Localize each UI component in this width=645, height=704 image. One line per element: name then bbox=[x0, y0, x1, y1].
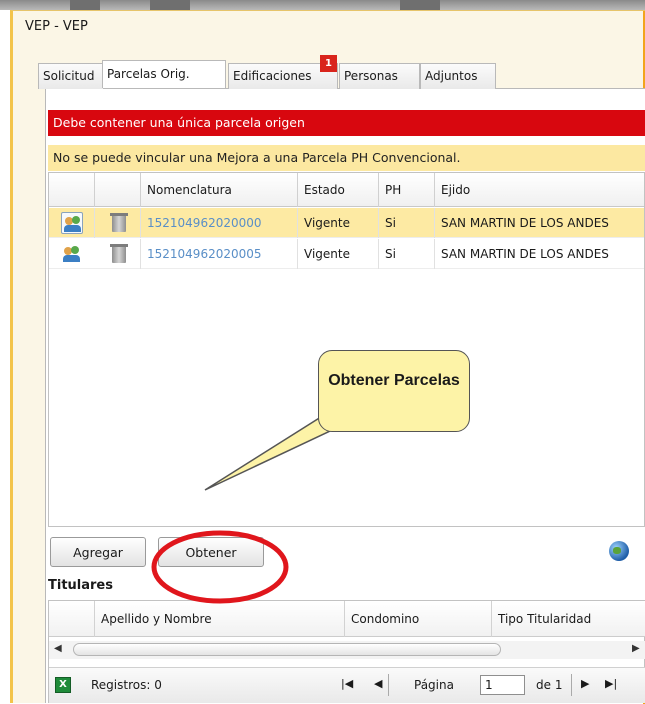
window-title: VEP - VEP bbox=[25, 19, 88, 34]
ejido-cell: SAN MARTIN DE LOS ANDES bbox=[441, 216, 609, 230]
ejido-cell: SAN MARTIN DE LOS ANDES bbox=[441, 247, 609, 261]
last-page-icon[interactable]: ▶| bbox=[605, 677, 617, 690]
next-page-icon[interactable]: ▶ bbox=[581, 677, 589, 690]
excel-export-icon[interactable]: X bbox=[55, 677, 71, 693]
obtener-parcelas-callout: Obtener Parcelas bbox=[318, 350, 470, 432]
grid-toolbar: Agregar Obtener bbox=[48, 527, 645, 579]
column-header-tipo-titularidad[interactable]: Tipo Titularidad bbox=[492, 601, 645, 637]
trash-icon[interactable] bbox=[107, 243, 129, 265]
top-background-strip bbox=[0, 0, 645, 10]
first-page-icon[interactable]: |◀ bbox=[341, 677, 353, 690]
titulares-header-blank bbox=[49, 601, 95, 637]
scroll-thumb[interactable] bbox=[73, 643, 501, 656]
tab-personas[interactable]: Personas bbox=[339, 63, 420, 89]
titulares-grid: Apellido y Nombre Condomino Tipo Titular… bbox=[48, 600, 645, 703]
globe-icon[interactable] bbox=[609, 541, 629, 561]
page-total-label: de 1 bbox=[536, 678, 563, 692]
table-row[interactable]: 152104962020005 Vigente Si SAN MARTIN DE… bbox=[49, 239, 644, 269]
column-header-apellido-nombre[interactable]: Apellido y Nombre bbox=[95, 601, 345, 637]
records-count: Registros: 0 bbox=[91, 678, 162, 692]
table-row[interactable]: 152104962020000 Vigente Si SAN MARTIN DE… bbox=[49, 208, 644, 238]
titulares-grid-header: Apellido y Nombre Condomino Tipo Titular… bbox=[49, 601, 645, 637]
estado-cell: Vigente bbox=[304, 247, 350, 261]
window-header: VEP - VEP bbox=[13, 11, 645, 47]
column-header-ph[interactable]: PH bbox=[379, 173, 435, 207]
tab-parcelas-orig[interactable]: Parcelas Orig. bbox=[102, 60, 226, 88]
nomenclatura-link[interactable]: 152104962020000 bbox=[141, 208, 298, 238]
tab-solicitud[interactable]: Solicitud bbox=[38, 63, 104, 89]
prev-page-icon[interactable]: ◀ bbox=[374, 677, 382, 690]
ph-cell: Si bbox=[385, 216, 396, 230]
scroll-left-icon[interactable]: ◀ bbox=[54, 643, 62, 654]
grid-header-delete bbox=[95, 173, 141, 207]
nomenclatura-link[interactable]: 152104962020005 bbox=[141, 239, 298, 269]
column-header-nomenclatura[interactable]: Nomenclatura bbox=[141, 173, 298, 207]
persons-icon[interactable] bbox=[61, 212, 83, 234]
agregar-button[interactable]: Agregar bbox=[50, 537, 146, 567]
trash-icon[interactable] bbox=[107, 212, 129, 234]
obtener-button[interactable]: Obtener bbox=[158, 537, 264, 567]
ph-cell: Si bbox=[385, 247, 396, 261]
page-number-input[interactable]: 1 bbox=[480, 675, 525, 695]
column-header-condomino[interactable]: Condomino bbox=[345, 601, 492, 637]
error-message: Debe contener una única parcela origen bbox=[48, 110, 645, 136]
column-header-estado[interactable]: Estado bbox=[298, 173, 379, 207]
horizontal-scrollbar[interactable]: ◀ ▶ bbox=[49, 641, 645, 659]
notification-badge: 1 bbox=[320, 55, 337, 72]
pager-bar: X Registros: 0 |◀ ◀ Página 1 de 1 ▶ ▶| bbox=[49, 667, 645, 703]
grid-header: Nomenclatura Estado PH Ejido bbox=[49, 173, 644, 207]
titulares-title: Titulares bbox=[48, 578, 113, 593]
estado-cell: Vigente bbox=[304, 216, 350, 230]
tab-adjuntos[interactable]: Adjuntos bbox=[420, 63, 496, 89]
persons-icon[interactable] bbox=[61, 243, 83, 265]
column-header-ejido[interactable]: Ejido bbox=[435, 173, 644, 207]
warning-message: No se puede vincular una Mejora a una Pa… bbox=[48, 145, 645, 171]
scroll-right-icon[interactable]: ▶ bbox=[632, 643, 640, 654]
page-label: Página bbox=[414, 678, 454, 692]
grid-header-action bbox=[49, 173, 95, 207]
